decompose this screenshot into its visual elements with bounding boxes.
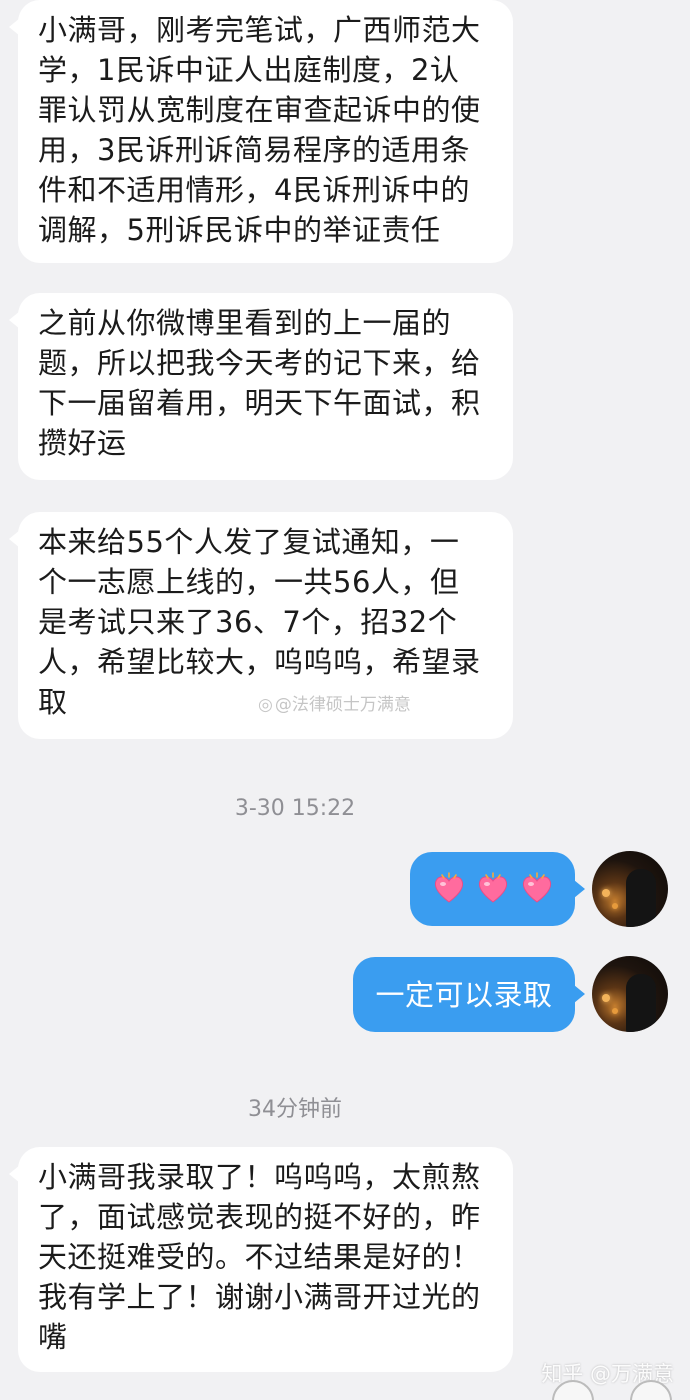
message-line: 本来给55个人发了复试通知，一 (38, 525, 460, 559)
message-line: 嘴 (38, 1320, 68, 1354)
incoming-message-bubble[interactable]: 小满哥，刚考完笔试，广西师范大 学，1民诉中证人出庭制度，2认 罪认罚从宽制度在… (9, 0, 513, 263)
message-line: 人，希望比较大，呜呜呜，希望录 (38, 645, 481, 679)
heart-emoji-icon (478, 872, 507, 903)
incoming-message-bubble[interactable]: 小满哥我录取了！呜呜呜，太煎熬 了，面试感觉表现的挺不好的，昨 天还挺难受的。不… (9, 1147, 513, 1372)
message-line: 是考试只来了36、7个，招32个 (38, 605, 458, 639)
heart-emoji-icon (434, 872, 463, 903)
message-line: 用，3民诉刑诉简易程序的适用条 (38, 133, 470, 167)
message-line: 之前从你微博里看到的上一届的 (38, 306, 452, 340)
message-text: 一定可以录取 (375, 977, 553, 1012)
message-line: 题，所以把我今天考的记下来，给 (38, 346, 481, 380)
message-line: 小满哥我录取了！呜呜呜，太煎熬 (38, 1160, 481, 1194)
weibo-logo-icon: ◎ (258, 695, 273, 715)
heart-emoji-icon (522, 872, 551, 903)
weibo-watermark: ◎ @法律硕士万满意 (258, 690, 411, 715)
message-line: 学，1民诉中证人出庭制度，2认 (38, 53, 460, 87)
message-line: 攒好运 (38, 426, 127, 460)
outgoing-message-bubble[interactable]: 一定可以录取 (353, 957, 585, 1032)
timestamp: 34分钟前 (248, 1097, 342, 1122)
avatar[interactable] (592, 956, 668, 1032)
message-line: 我有学上了！谢谢小满哥开过光的 (38, 1280, 481, 1314)
message-line: 调解，5刑诉民诉中的举证责任 (38, 213, 441, 247)
outgoing-emoji-bubble[interactable] (410, 852, 585, 926)
incoming-message-bubble[interactable]: 之前从你微博里看到的上一届的 题，所以把我今天考的记下来，给 下一届留着用，明天… (9, 293, 513, 480)
message-line: 了，面试感觉表现的挺不好的，昨 (38, 1200, 481, 1234)
message-line: 罪认罚从宽制度在审查起诉中的使 (38, 93, 481, 127)
message-line: 下一届留着用，明天下午面试，积 (38, 386, 481, 420)
message-line: 件和不适用情形，4民诉刑诉中的 (38, 173, 470, 207)
weibo-watermark-text: @法律硕士万满意 (274, 695, 411, 715)
timestamp: 3-30 15:22 (234, 796, 356, 821)
message-line: 小满哥，刚考完笔试，广西师范大 (38, 13, 481, 47)
message-line: 天还挺难受的。不过结果是好的！ (38, 1240, 481, 1274)
message-line: 个一志愿上线的，一共56人，但 (38, 565, 460, 599)
avatar[interactable] (592, 851, 668, 927)
chat-window: 小满哥，刚考完笔试，广西师范大 学，1民诉中证人出庭制度，2认 罪认罚从宽制度在… (0, 0, 690, 1400)
